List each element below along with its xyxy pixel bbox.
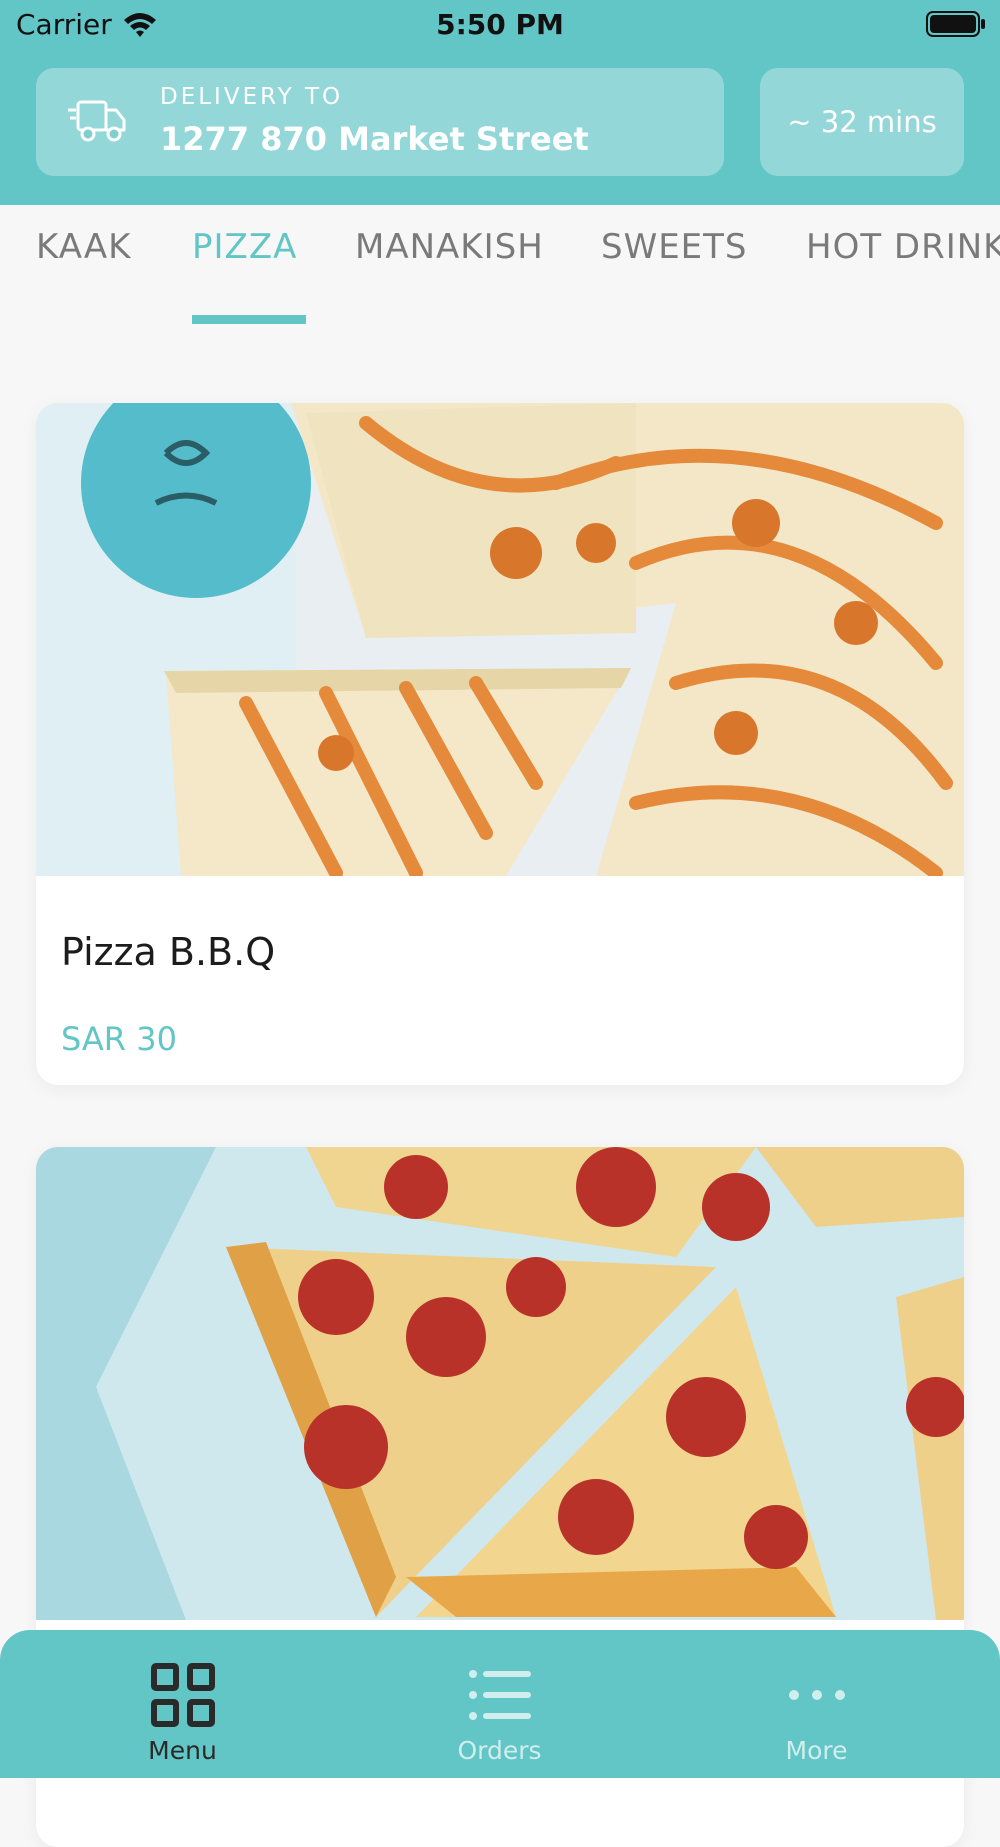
tabbar-label-orders: Orders (457, 1736, 542, 1765)
tabbar-label-menu: Menu (148, 1736, 217, 1765)
clock: 5:50 PM (436, 8, 564, 41)
tab-hot-drink[interactable]: HOT DRINK (806, 227, 1000, 267)
product-price: SAR 30 (61, 1020, 177, 1058)
product-name: Pizza B.B.Q (61, 930, 276, 974)
tab-sweets[interactable]: SWEETS (601, 227, 748, 267)
tab-kaak[interactable]: KAAK (36, 227, 131, 267)
tab-pizza[interactable]: PIZZA (192, 227, 297, 267)
status-bar: Carrier 5:50 PM (0, 0, 1000, 50)
tabbar-item-menu[interactable]: Menu (16, 1630, 349, 1778)
product-image (36, 403, 964, 876)
active-tab-indicator (192, 315, 306, 324)
delivery-address: 1277 870 Market Street (160, 120, 589, 158)
tabbar-item-more[interactable]: More (650, 1630, 983, 1778)
battery-icon (926, 11, 985, 37)
delivery-address-button[interactable]: DELIVERY TO 1277 870 Market Street (36, 68, 724, 176)
bottom-tab-bar: Menu Orders More (0, 1630, 1000, 1778)
tabbar-item-orders[interactable]: Orders (333, 1630, 666, 1778)
grid-icon (151, 1663, 215, 1727)
delivery-label: DELIVERY TO (160, 84, 344, 110)
product-image (36, 1147, 964, 1620)
tab-manakish[interactable]: MANAKISH (355, 227, 544, 267)
top-header: Carrier 5:50 PM DELIVERY TO 1277 870 Mar… (0, 0, 1000, 205)
tabbar-label-more: More (785, 1736, 848, 1765)
product-card[interactable]: Pizza B.B.Q SAR 30 (36, 403, 964, 1085)
list-icon (469, 1670, 531, 1720)
more-dots-icon (789, 1690, 845, 1700)
eta-badge: ~ 32 mins (760, 68, 964, 176)
category-tabs: KAAK PIZZA MANAKISH SWEETS HOT DRINK (0, 205, 1000, 330)
truck-icon (68, 100, 126, 142)
